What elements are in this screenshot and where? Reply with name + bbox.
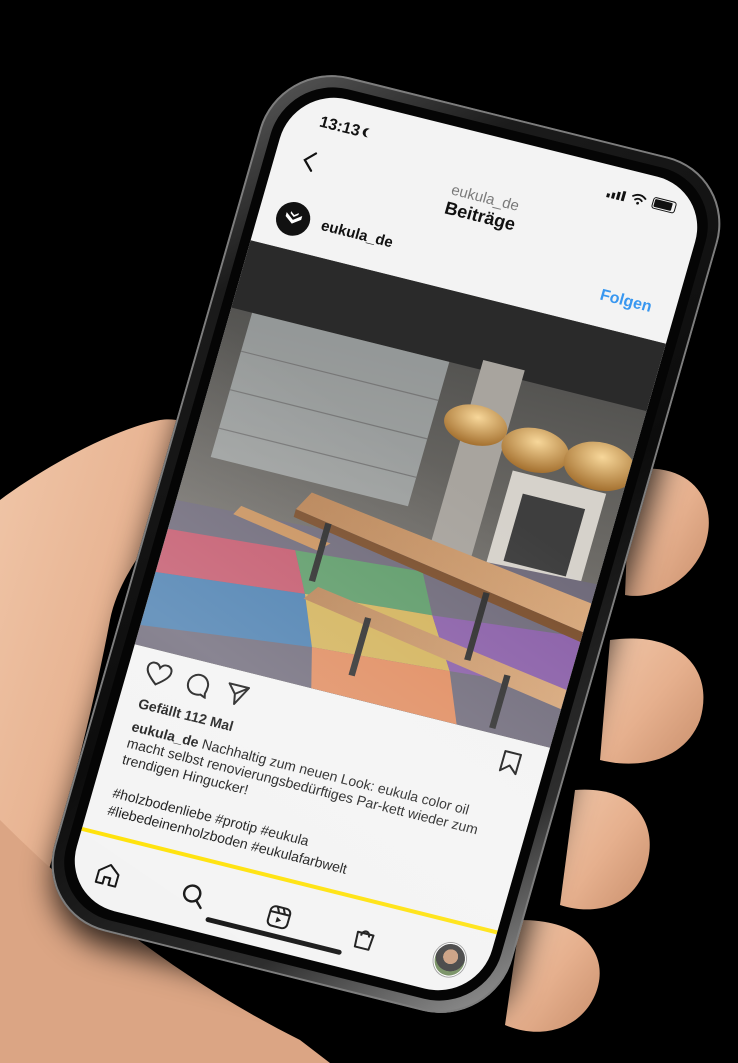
post-photo [134,240,666,748]
signal-icon [606,187,627,202]
home-icon [94,864,120,888]
nav-home[interactable] [88,855,128,894]
wifi-icon [631,193,647,205]
shop-icon [353,930,375,951]
profile-avatar [429,939,470,980]
status-icons [606,185,678,214]
eukula-logo-icon [285,211,303,224]
nav-profile[interactable] [429,939,470,980]
status-time: 13:13 [317,114,376,145]
reels-icon [266,905,292,930]
phone-screen: 13:13 eukula_de Beiträge eukula_de Folge… [61,86,711,1002]
search-icon [182,884,202,910]
moon-icon [364,128,375,139]
follow-button[interactable]: Folgen [598,287,654,317]
status-time-text: 13:13 [317,113,362,141]
bookmark-icon[interactable] [497,749,523,777]
eukula-logo-avatar[interactable] [271,198,315,240]
nav-search[interactable] [174,877,214,916]
post-username[interactable]: eukula_de [319,217,395,251]
comment-icon[interactable] [183,670,213,700]
phone-frame: 13:13 eukula_de Beiträge eukula_de Folge… [34,59,738,1029]
heart-icon[interactable] [142,660,174,689]
paper-plane-icon[interactable] [222,680,252,709]
battery-icon [650,196,678,214]
post-image[interactable] [134,240,666,748]
phone-bezel: 13:13 eukula_de Beiträge eukula_de Folge… [49,74,723,1014]
nav-shop[interactable] [344,919,384,958]
phone-wrap: 13:13 eukula_de Beiträge eukula_de Folge… [0,0,738,1063]
